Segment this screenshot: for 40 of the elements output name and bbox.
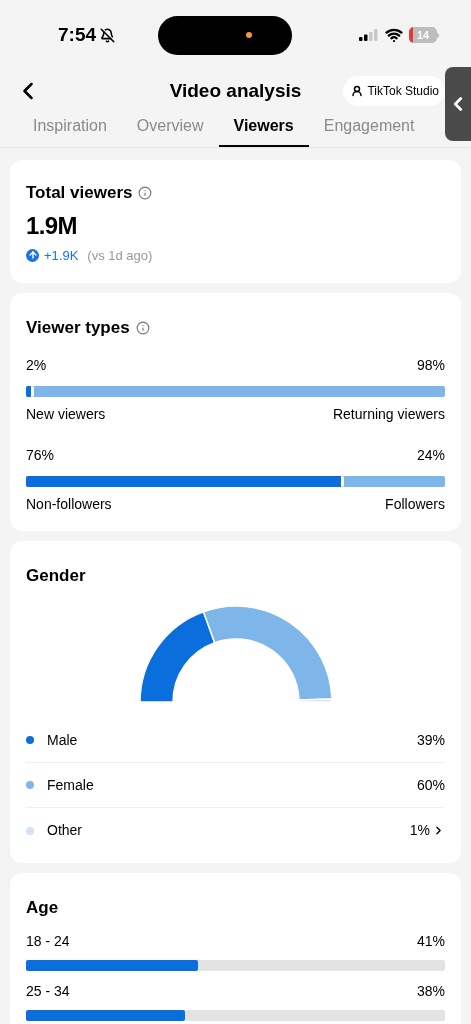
- status-time: 7:54: [58, 22, 97, 47]
- studio-button[interactable]: TikTok Studio: [343, 76, 445, 106]
- total-viewers-value: 1.9M: [26, 210, 78, 241]
- tab[interactable]: Inspiration: [18, 114, 122, 147]
- side-handle[interactable]: [445, 67, 471, 141]
- user-icon: [351, 85, 364, 97]
- info-icon[interactable]: [138, 185, 153, 200]
- split-label: Non-followers: [26, 494, 112, 514]
- legend-label: Female: [47, 775, 94, 795]
- legend-value: 1%: [409, 821, 430, 840]
- card-title: Age: [26, 898, 59, 917]
- legend-label: Male: [47, 730, 78, 750]
- split-value: 2%: [26, 355, 47, 375]
- legend-value: 60%: [416, 775, 445, 795]
- split-value: 98%: [416, 355, 445, 375]
- signal-icon: [359, 29, 379, 41]
- card-title: Gender: [26, 565, 86, 585]
- split-value: 76%: [26, 445, 55, 465]
- tab[interactable]: Overview: [121, 114, 219, 147]
- card-title: Viewer types: [26, 317, 130, 339]
- split-label: Followers: [385, 494, 445, 514]
- comparison-text: (vs 1d ago): [87, 246, 153, 265]
- age-value: 38%: [416, 981, 445, 1001]
- legend-value: 39%: [416, 730, 445, 750]
- change-value: +1.9K: [44, 246, 79, 265]
- age-label: 18 - 24: [26, 931, 70, 951]
- tab[interactable]: Viewers: [218, 114, 309, 147]
- info-icon[interactable]: [135, 320, 150, 335]
- page-title: Video analysis: [168, 78, 303, 103]
- split-label: Returning viewers: [332, 404, 445, 424]
- battery-level: 14: [416, 27, 430, 43]
- tab[interactable]: Engagement: [308, 114, 430, 147]
- age-label: 25 - 34: [26, 981, 70, 1001]
- age-value: 41%: [416, 931, 445, 951]
- split-value: 24%: [416, 445, 445, 465]
- legend-label: Other: [47, 821, 82, 840]
- split-label: New viewers: [26, 404, 106, 424]
- wifi-icon: [385, 26, 403, 44]
- muted-bell-icon: [100, 27, 116, 43]
- card-title: Total viewers: [26, 182, 133, 204]
